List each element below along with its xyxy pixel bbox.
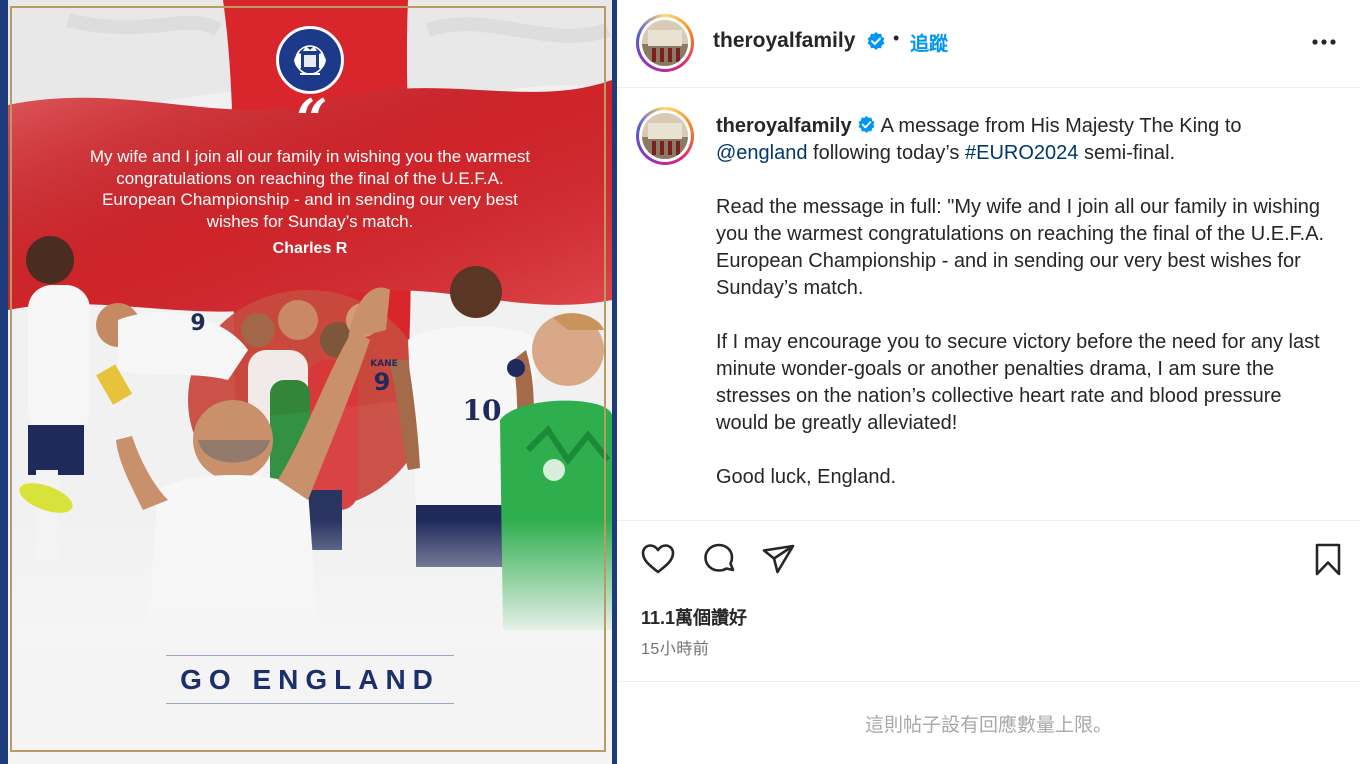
- caption-avatar-photo: [642, 113, 688, 159]
- quote-mark: “: [296, 87, 327, 151]
- caption-paragraph-message: Read the message in full: "My wife and I…: [716, 196, 1325, 300]
- caption-avatar[interactable]: [636, 107, 694, 165]
- post-details-panel: theroyalfamily • 追蹤 theroyalfamily A mes…: [617, 0, 1360, 764]
- comment-icon[interactable]: [700, 540, 738, 578]
- banner-rule-bottom: [166, 703, 454, 704]
- hashtag-euro2024-link[interactable]: #EURO2024: [965, 142, 1078, 164]
- caption-paragraph-good-luck: Good luck, England.: [716, 466, 897, 489]
- likes-count[interactable]: 11.1萬個讚好: [641, 604, 747, 630]
- king-message-quote: My wife and I join all our family in wis…: [89, 147, 531, 231]
- post-header: theroyalfamily • 追蹤: [617, 0, 1360, 88]
- mention-england-link[interactable]: @england: [716, 142, 807, 164]
- header-separator: •: [893, 28, 900, 48]
- image-bottom-fade: [8, 520, 612, 764]
- comment-limit-notice: 這則帖子設有回應數量上限。: [864, 715, 1112, 736]
- go-england-banner: GO ENGLAND: [180, 664, 440, 695]
- share-icon[interactable]: [760, 540, 798, 578]
- post-image-canvas: 10 9 KANE 9 “ My wife and I join all our…: [8, 0, 612, 764]
- header-username[interactable]: theroyalfamily: [713, 29, 855, 53]
- post-image[interactable]: 10 9 KANE 9 “ My wife and I join all our…: [0, 0, 617, 764]
- shirt-number-10: 10: [463, 394, 502, 427]
- shirt-number-9-diving: 9: [190, 311, 205, 336]
- avatar-photo: [642, 20, 688, 66]
- caption-verified-badge-icon: [857, 113, 876, 140]
- post-timestamp[interactable]: 15小時前: [641, 635, 709, 659]
- signature-charles-r: Charles R: [272, 240, 348, 257]
- avatar[interactable]: [636, 14, 694, 72]
- banner-rule-top: [166, 655, 454, 656]
- bookmark-icon[interactable]: [1309, 540, 1347, 578]
- shirt-name-kane: KANE: [370, 359, 398, 369]
- caption-username[interactable]: theroyalfamily: [716, 115, 852, 137]
- shirt-number-9: 9: [374, 368, 391, 396]
- caption-paragraph-encourage: If I may encourage you to secure victory…: [716, 331, 1320, 435]
- instagram-post-modal: 10 9 KANE 9 “ My wife and I join all our…: [0, 0, 1360, 764]
- post-caption: theroyalfamily A message from His Majest…: [716, 113, 1336, 491]
- heart-icon[interactable]: [639, 540, 677, 578]
- follow-button[interactable]: 追蹤: [910, 29, 948, 56]
- post-actions: 11.1萬個讚好 15小時前: [617, 522, 1360, 682]
- caption-intro: theroyalfamily A message from His Majest…: [716, 113, 1336, 167]
- caption-intro-end: semi-final.: [1083, 142, 1176, 165]
- more-options-icon[interactable]: [1309, 30, 1339, 54]
- caption-section: theroyalfamily A message from His Majest…: [617, 89, 1360, 521]
- royal-crest-icon: [276, 26, 344, 94]
- verified-badge-icon: [866, 31, 886, 56]
- caption-intro-text: A message from His Majesty The King to: [880, 115, 1242, 137]
- caption-intro-after-mention: following today’s: [813, 142, 960, 165]
